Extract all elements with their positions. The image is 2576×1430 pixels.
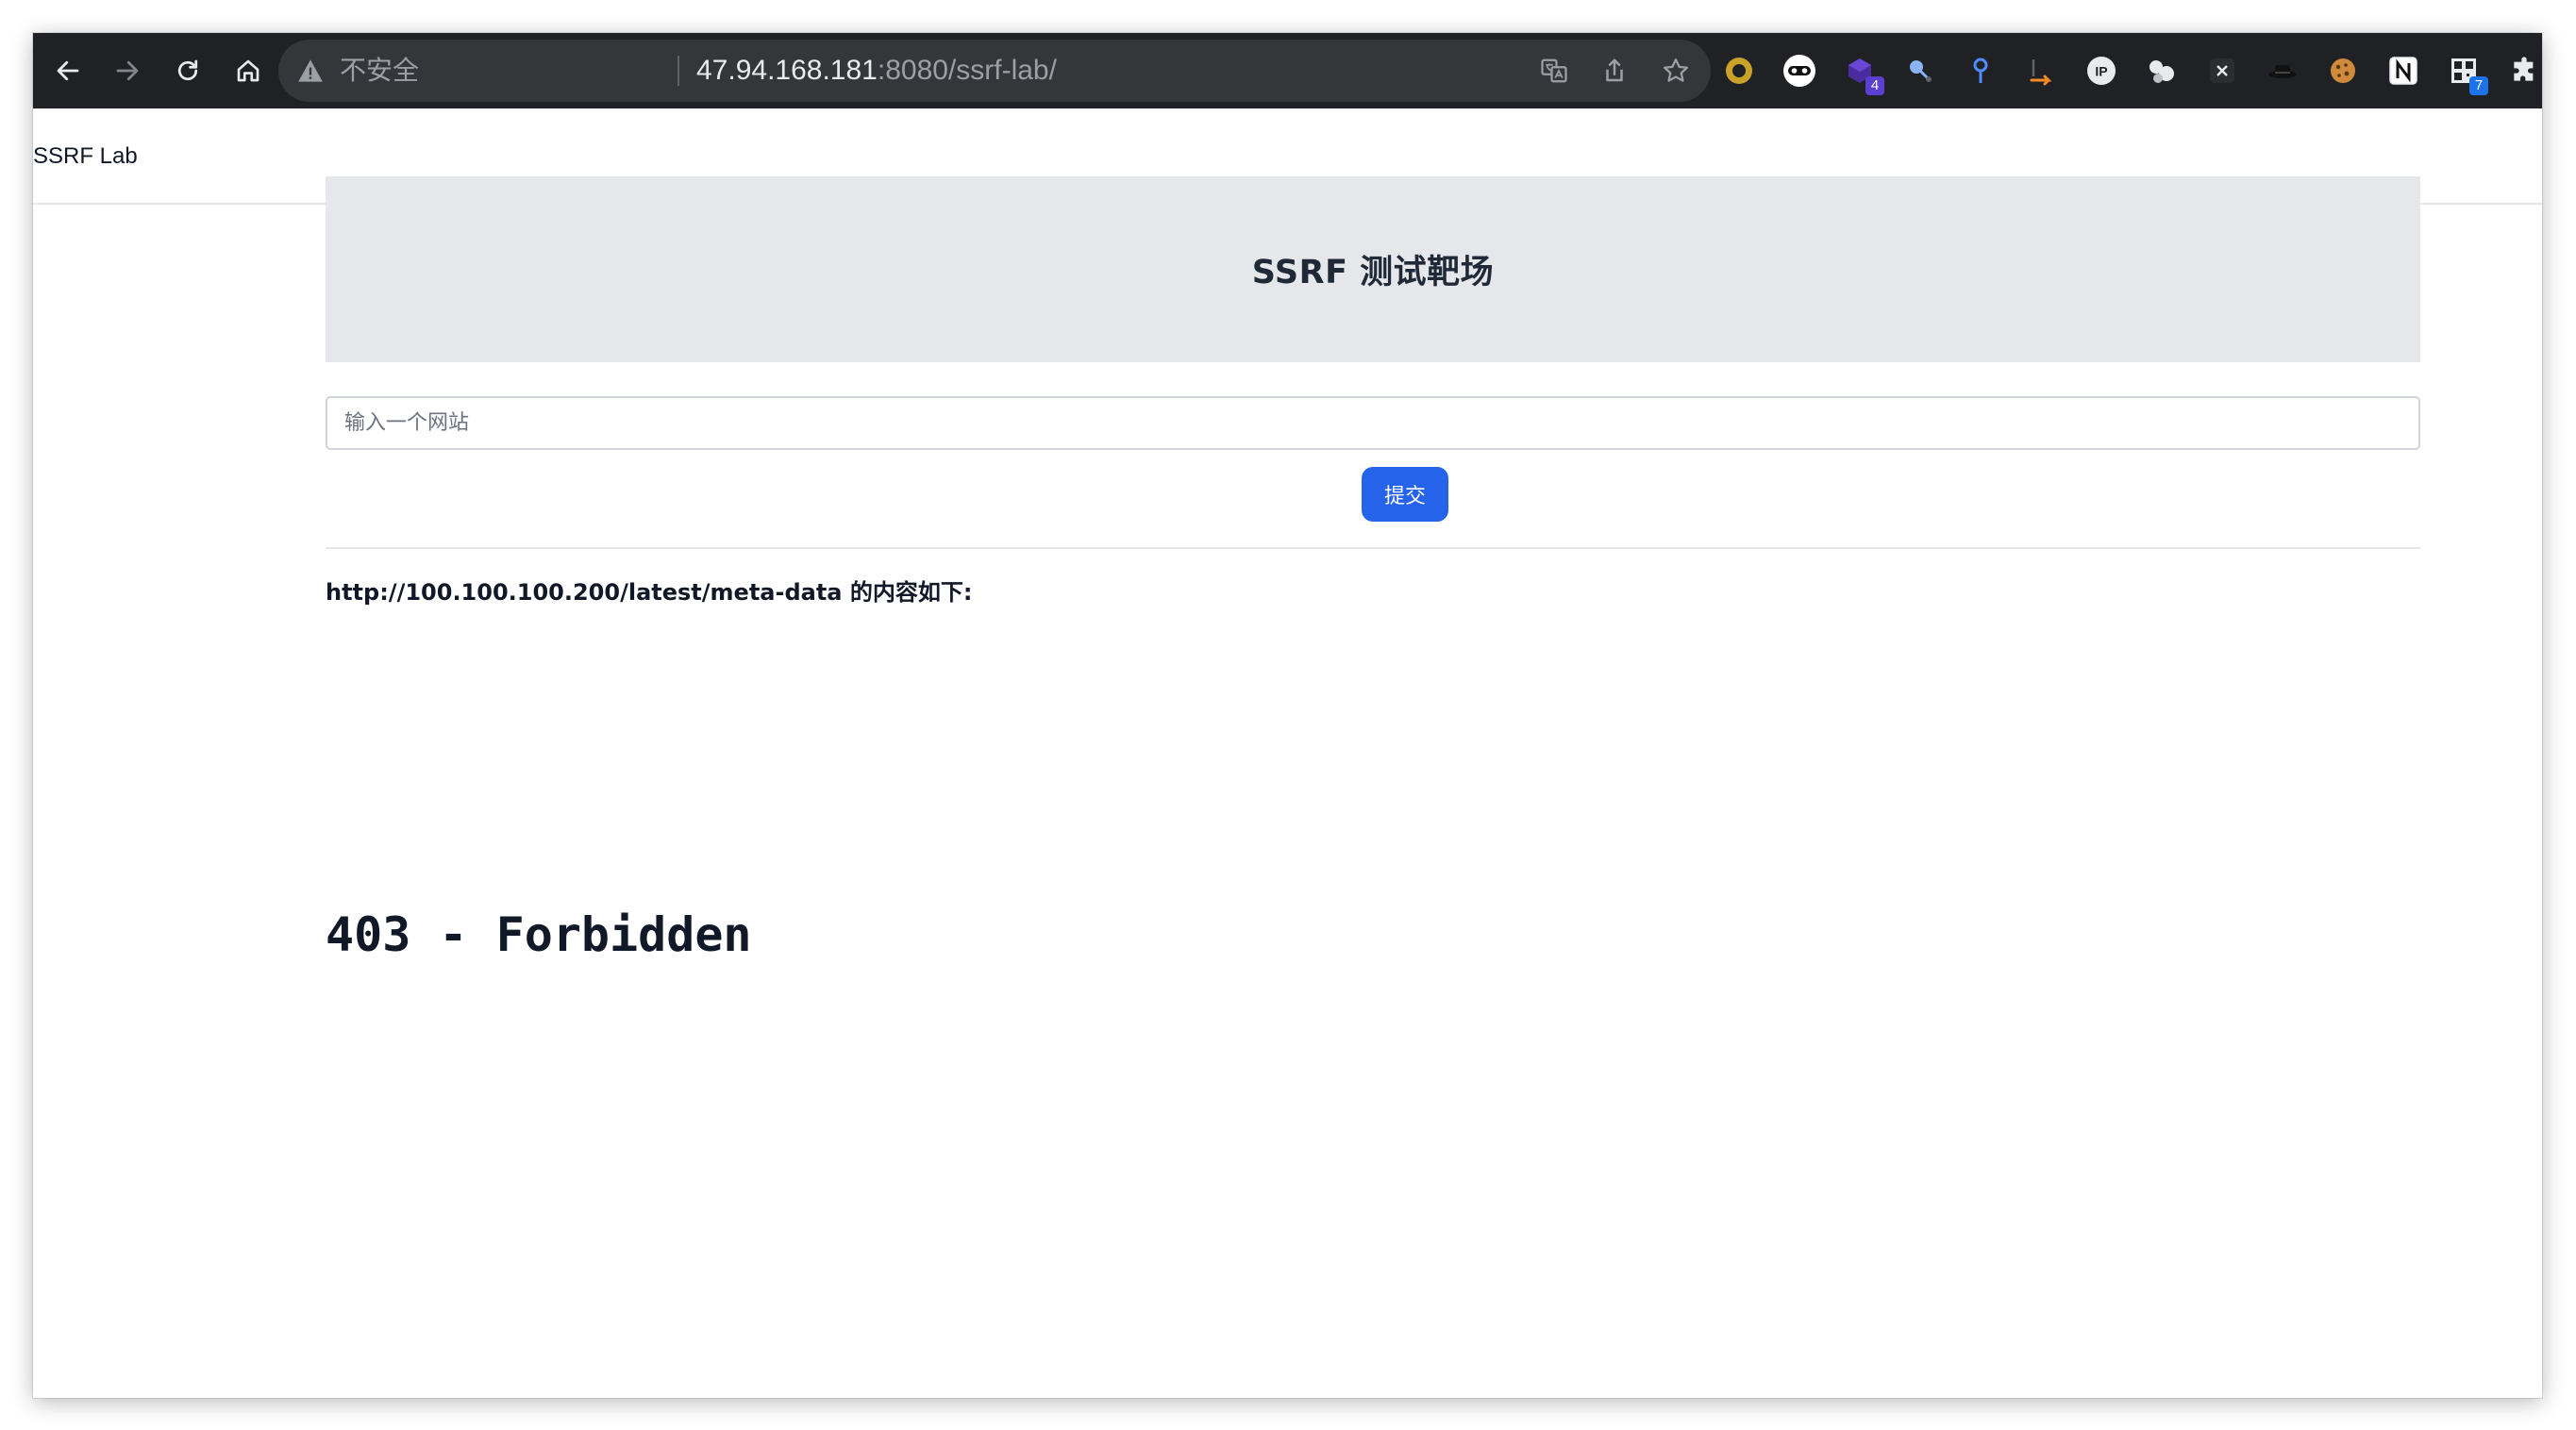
cube-extension-icon[interactable]: 4 (1843, 54, 1884, 95)
cluster-extension-icon[interactable] (2145, 54, 2179, 88)
translate-icon[interactable] (1535, 52, 1573, 90)
address-bar[interactable]: 不安全 47.94.168.181:8080/ssrf-lab/ (278, 40, 1711, 102)
ip-extension-icon[interactable]: IP (2084, 54, 2118, 88)
url-text[interactable]: 47.94.168.181:8080/ssrf-lab/ (696, 54, 1057, 88)
hat-extension-icon[interactable] (2266, 54, 2300, 88)
x-extension-icon[interactable] (2205, 54, 2239, 88)
satellite-extension-icon[interactable] (1903, 54, 1937, 88)
page-title: SSRF 测试靶场 (1251, 254, 1495, 291)
brand-link[interactable]: SSRF Lab (33, 142, 138, 171)
url-input[interactable] (326, 396, 2420, 450)
browser-window: 不安全 47.94.168.181:8080/ssrf-lab/ 4 IP 7 … (33, 33, 2542, 1398)
qr-extension-badge: 7 (2469, 76, 2488, 95)
url-path: :8080/ssrf-lab/ (877, 55, 1057, 86)
mask-extension-icon[interactable] (1782, 54, 1816, 88)
reload-icon[interactable] (169, 52, 207, 90)
bookmark-star-icon[interactable] (1657, 52, 1695, 90)
result-label: http://100.100.100.200/latest/meta-data … (326, 579, 973, 606)
share-icon[interactable] (1596, 52, 1633, 90)
fetched-content: 403 - Forbidden (326, 907, 752, 962)
result-divider (326, 547, 2420, 549)
browser-toolbar: 不安全 47.94.168.181:8080/ssrf-lab/ 4 IP 7 (33, 33, 2542, 108)
page-content: SSRF Lab SSRF 测试靶场 提交 http://100.100.100… (33, 108, 2542, 1398)
cookie-extension-icon[interactable] (2326, 54, 2360, 88)
omnibox-separator (677, 56, 679, 86)
circle-extension-icon[interactable] (1722, 54, 1756, 88)
forward-arrow-icon[interactable] (109, 52, 146, 90)
submit-button[interactable]: 提交 (1362, 467, 1448, 522)
url-host: 47.94.168.181 (696, 55, 878, 86)
hero-banner: SSRF 测试靶场 (326, 176, 2420, 362)
puzzle-extensions-icon[interactable] (2507, 54, 2541, 88)
notion-extension-icon[interactable] (2386, 54, 2420, 88)
back-arrow-icon[interactable] (49, 52, 87, 90)
warning-triangle-icon[interactable] (297, 58, 324, 83)
pin-extension-icon[interactable] (1964, 54, 1998, 88)
qr-extension-icon[interactable]: 7 (2447, 54, 2488, 95)
svg-text:IP: IP (2095, 64, 2107, 79)
flag-extension-icon[interactable] (2024, 54, 2058, 88)
home-icon[interactable] (229, 52, 267, 90)
cube-extension-badge: 4 (1865, 76, 1884, 95)
security-label[interactable]: 不安全 (340, 56, 419, 86)
